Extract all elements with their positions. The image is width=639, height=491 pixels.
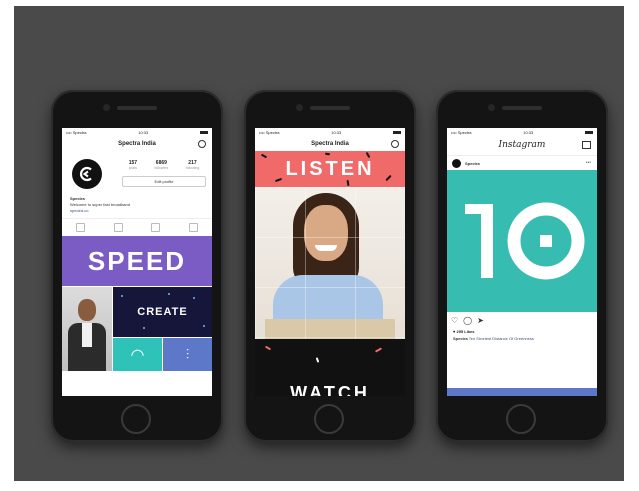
post-header: Spectra ••• <box>447 155 597 170</box>
confetti <box>374 347 383 353</box>
earpiece-speaker <box>117 106 157 110</box>
story-screen: •••• Spectra 10:33 Spectra India LISTEN <box>255 128 405 396</box>
star-dot <box>193 297 195 299</box>
front-camera <box>488 104 495 111</box>
story-title: Spectra India <box>311 141 349 147</box>
location-icon[interactable] <box>151 222 161 232</box>
confetti <box>260 153 268 159</box>
post-image-ten[interactable]: 10 <box>447 170 597 312</box>
post-caption: Spectra Ten Shortest Distance Of Greenne… <box>453 336 534 341</box>
profile-bio: Spectra Welcome to super fast broadband … <box>70 196 130 214</box>
tile-man-photo[interactable] <box>62 287 112 371</box>
tile-sliders[interactable]: ⫶ <box>163 338 212 371</box>
battery-icon <box>199 131 208 134</box>
woman-photo[interactable] <box>255 187 405 339</box>
list-view-icon[interactable] <box>113 222 123 232</box>
man-head <box>78 299 96 321</box>
earpiece-speaker <box>310 106 350 110</box>
status-time: 10:33 <box>523 130 534 135</box>
battery-icon <box>392 131 401 134</box>
home-button[interactable] <box>314 404 344 434</box>
stat-label: posts <box>128 166 138 170</box>
feed-screen: •••• Spectra 10:33 Instagram Spectra •••… <box>447 128 597 396</box>
spectra-logo-icon <box>79 166 92 182</box>
earpiece-speaker <box>502 106 542 110</box>
confetti <box>274 177 283 183</box>
bio-link[interactable]: spectra.co <box>70 208 130 214</box>
post-likes[interactable]: ♥ 295 Likes <box>453 329 475 334</box>
home-button[interactable] <box>121 404 151 434</box>
stat-posts[interactable]: 157 posts <box>129 160 137 170</box>
confetti <box>315 357 320 363</box>
front-camera <box>103 104 110 111</box>
tile-create-text: CREATE <box>137 306 188 318</box>
inbox-icon[interactable] <box>582 141 591 149</box>
phone-feed: •••• Spectra 10:33 Instagram Spectra •••… <box>436 90 608 442</box>
status-carrier: •••• Spectra <box>451 130 472 135</box>
more-options-icon[interactable]: ••• <box>586 160 591 166</box>
confetti <box>324 152 331 156</box>
instagram-wordmark: Instagram <box>498 140 546 150</box>
status-bar: •••• Spectra 10:33 <box>255 128 405 137</box>
ten-graphic <box>465 202 585 280</box>
grid-view-icon[interactable] <box>76 222 86 232</box>
profile-tabs <box>62 218 212 235</box>
stat-followers[interactable]: 6869 followers <box>154 160 168 170</box>
listen-text: LISTEN <box>285 157 375 180</box>
edit-profile-button[interactable]: Edit profile <box>122 176 206 187</box>
settings-icon[interactable] <box>198 140 206 148</box>
star-dot <box>203 325 205 327</box>
tile-speed-text: SPEED <box>87 245 187 276</box>
phone-profile: •••• Spectra 10:33 Spectra India 157 pos… <box>51 90 223 442</box>
tile-speed[interactable]: SPEED <box>62 236 212 286</box>
post-actions: ♡ ◯ ➤ <box>451 316 484 325</box>
star-dot <box>121 295 123 297</box>
status-bar: •••• Spectra 10:33 <box>447 128 597 137</box>
man-shirt <box>82 323 92 347</box>
watch-banner[interactable]: WATCH <box>255 339 405 396</box>
next-post-preview <box>447 388 597 396</box>
home-button[interactable] <box>506 404 536 434</box>
tile-wifi[interactable]: ◠ <box>113 338 162 371</box>
post-avatar[interactable] <box>452 158 461 168</box>
story-title-bar: Spectra India <box>255 137 405 151</box>
status-carrier: •••• Spectra <box>259 130 280 135</box>
front-camera <box>296 104 303 111</box>
tagged-icon[interactable] <box>188 222 198 232</box>
status-time: 10:33 <box>138 130 149 135</box>
sliders-icon: ⫶ <box>185 346 190 362</box>
photo-grid-overlay <box>255 187 405 339</box>
like-icon[interactable]: ♡ <box>451 316 458 325</box>
status-bar: •••• Spectra 10:33 <box>62 128 212 137</box>
share-icon[interactable]: ➤ <box>477 316 484 325</box>
profile-avatar[interactable] <box>72 159 102 189</box>
stat-label: following <box>185 166 200 170</box>
phone-story: •••• Spectra 10:33 Spectra India LISTEN <box>244 90 416 442</box>
wifi-icon: ◠ <box>130 346 145 364</box>
profile-screen: •••• Spectra 10:33 Spectra India 157 pos… <box>62 128 212 396</box>
star-dot <box>143 327 145 329</box>
watch-text: WATCH <box>290 383 370 396</box>
confetti <box>264 345 272 351</box>
settings-icon[interactable] <box>391 140 399 148</box>
post-username[interactable]: Spectra <box>465 161 480 166</box>
caption-text: Ten Shortest Distance Of Greenness <box>468 336 534 341</box>
comment-icon[interactable]: ◯ <box>463 316 472 325</box>
profile-title: Spectra India <box>118 141 156 147</box>
confetti <box>346 179 350 187</box>
star-dot <box>168 293 170 295</box>
product-mockup-scene: •••• Spectra 10:33 Spectra India 157 pos… <box>14 6 624 481</box>
stat-following[interactable]: 217 following <box>186 160 200 170</box>
confetti <box>385 174 392 182</box>
profile-title-bar: Spectra India <box>62 137 212 151</box>
status-carrier: •••• Spectra <box>66 130 87 135</box>
caption-username[interactable]: Spectra <box>453 336 468 341</box>
battery-icon <box>584 131 593 134</box>
stat-label: followers <box>154 166 169 170</box>
status-time: 10:33 <box>331 130 342 135</box>
profile-stats: 157 posts 6869 followers 217 following <box>120 160 208 170</box>
listen-banner[interactable]: LISTEN <box>255 151 405 187</box>
tile-create[interactable]: CREATE <box>113 287 212 337</box>
